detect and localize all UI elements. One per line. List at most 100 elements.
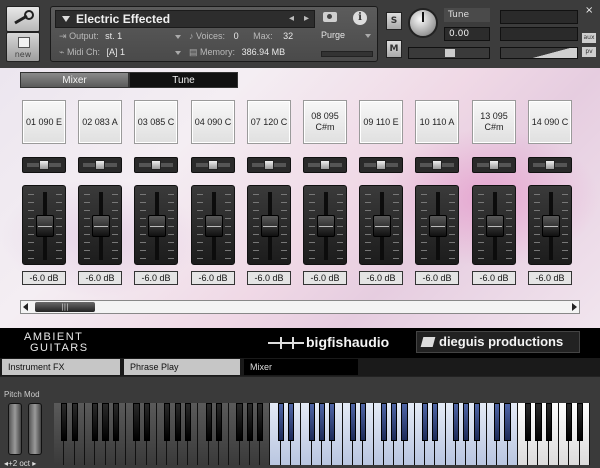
mixer-horizontal-scrollbar[interactable]: ||| bbox=[20, 300, 580, 314]
pan-knob[interactable] bbox=[264, 160, 274, 170]
next-instrument-icon[interactable]: ▸ bbox=[304, 13, 309, 24]
black-key[interactable] bbox=[545, 403, 552, 441]
channel-pan-slider[interactable] bbox=[78, 157, 122, 173]
channel-volume-fader[interactable] bbox=[472, 185, 516, 265]
black-key[interactable] bbox=[246, 403, 253, 441]
purge-button[interactable]: Purge bbox=[321, 30, 373, 44]
black-key[interactable] bbox=[164, 403, 171, 441]
black-key[interactable] bbox=[535, 403, 542, 441]
fader-cap[interactable] bbox=[148, 215, 166, 237]
black-key[interactable] bbox=[236, 403, 243, 441]
black-key[interactable] bbox=[308, 403, 315, 441]
black-key[interactable] bbox=[504, 403, 511, 441]
black-key[interactable] bbox=[421, 403, 429, 441]
channel-volume-fader[interactable] bbox=[528, 185, 572, 265]
black-key[interactable] bbox=[360, 403, 367, 441]
midi-dropdown-icon[interactable] bbox=[175, 51, 181, 55]
channel-pan-slider[interactable] bbox=[528, 157, 572, 173]
channel-pan-slider[interactable] bbox=[134, 157, 178, 173]
scroll-right-icon[interactable] bbox=[572, 303, 577, 311]
black-key[interactable] bbox=[525, 403, 532, 441]
instrument-pan-slider[interactable] bbox=[408, 47, 490, 59]
scroll-left-icon[interactable] bbox=[23, 303, 28, 311]
black-key[interactable] bbox=[380, 403, 387, 441]
prev-instrument-icon[interactable]: ◂ bbox=[289, 13, 294, 24]
fader-cap[interactable] bbox=[373, 215, 391, 237]
black-key[interactable] bbox=[215, 403, 222, 441]
fader-cap[interactable] bbox=[317, 215, 335, 237]
channel-volume-fader[interactable] bbox=[303, 185, 347, 265]
channel-pan-slider[interactable] bbox=[247, 157, 291, 173]
channel-pan-slider[interactable] bbox=[22, 157, 66, 173]
output-row[interactable]: ⇥ Output: st. 1 bbox=[59, 31, 122, 42]
black-key[interactable] bbox=[401, 403, 408, 441]
channel-pan-slider[interactable] bbox=[191, 157, 235, 173]
mod-wheel[interactable] bbox=[28, 403, 42, 455]
black-key[interactable] bbox=[277, 403, 284, 441]
black-key[interactable] bbox=[432, 403, 439, 441]
fader-cap[interactable] bbox=[486, 215, 504, 237]
black-key[interactable] bbox=[452, 403, 460, 441]
black-key[interactable] bbox=[463, 403, 470, 441]
fader-cap[interactable] bbox=[261, 215, 279, 237]
channel-volume-fader[interactable] bbox=[247, 185, 291, 265]
black-key[interactable] bbox=[473, 403, 480, 441]
channel-volume-fader[interactable] bbox=[134, 185, 178, 265]
channel-volume-fader[interactable] bbox=[415, 185, 459, 265]
tune-value[interactable]: 0.00 bbox=[444, 27, 490, 41]
pan-knob[interactable] bbox=[151, 160, 161, 170]
black-key[interactable] bbox=[112, 403, 119, 441]
channel-volume-fader[interactable] bbox=[359, 185, 403, 265]
instrument-title-bar[interactable]: Electric Effected ◂ ▸ bbox=[55, 10, 315, 28]
channel-pan-slider[interactable] bbox=[472, 157, 516, 173]
channel-pan-slider[interactable] bbox=[359, 157, 403, 173]
black-key[interactable] bbox=[133, 403, 140, 441]
pan-knob[interactable] bbox=[39, 160, 49, 170]
close-icon[interactable]: × bbox=[585, 6, 595, 16]
black-key[interactable] bbox=[102, 403, 109, 441]
pv-button[interactable]: pv bbox=[582, 47, 596, 57]
channel-pan-slider[interactable] bbox=[415, 157, 459, 173]
black-key[interactable] bbox=[287, 403, 295, 441]
fader-cap[interactable] bbox=[205, 215, 223, 237]
black-key[interactable] bbox=[391, 403, 398, 441]
aux-button[interactable]: aux bbox=[582, 33, 596, 43]
black-key[interactable] bbox=[329, 403, 336, 441]
octave-shift[interactable]: ◂+2 oct ▸ bbox=[4, 459, 36, 468]
tune-knob[interactable] bbox=[408, 8, 438, 38]
output-dropdown-icon[interactable] bbox=[175, 35, 181, 39]
black-key[interactable] bbox=[184, 403, 192, 441]
tab-instrument-fx[interactable]: Instrument FX bbox=[2, 359, 120, 375]
pitch-wheel[interactable] bbox=[8, 403, 22, 455]
channel-volume-fader[interactable] bbox=[191, 185, 235, 265]
pan-handle[interactable] bbox=[445, 49, 455, 57]
instrument-volume-slider[interactable] bbox=[500, 47, 578, 59]
mute-button[interactable]: M bbox=[386, 40, 402, 58]
info-icon[interactable]: i bbox=[353, 11, 367, 25]
black-key[interactable] bbox=[61, 403, 68, 441]
black-key[interactable] bbox=[349, 403, 356, 441]
pan-knob[interactable] bbox=[376, 160, 386, 170]
pan-knob[interactable] bbox=[545, 160, 555, 170]
black-key[interactable] bbox=[257, 403, 264, 441]
fader-cap[interactable] bbox=[36, 215, 54, 237]
wrench-icon[interactable] bbox=[6, 6, 40, 32]
fader-cap[interactable] bbox=[542, 215, 560, 237]
midi-row[interactable]: ⌁ Midi Ch: [A] 1 bbox=[59, 47, 125, 58]
pan-knob[interactable] bbox=[432, 160, 442, 170]
camera-icon[interactable] bbox=[323, 12, 337, 22]
black-key[interactable] bbox=[71, 403, 78, 441]
black-key[interactable] bbox=[494, 403, 501, 441]
channel-volume-fader[interactable] bbox=[78, 185, 122, 265]
new-instrument-button[interactable]: new bbox=[6, 32, 40, 62]
pan-knob[interactable] bbox=[95, 160, 105, 170]
tab-page-mixer[interactable]: Mixer bbox=[244, 359, 358, 375]
tab-phrase-play[interactable]: Phrase Play bbox=[124, 359, 240, 375]
fader-cap[interactable] bbox=[92, 215, 110, 237]
pan-knob[interactable] bbox=[320, 160, 330, 170]
black-key[interactable] bbox=[576, 403, 583, 441]
piano-keyboard[interactable] bbox=[54, 403, 590, 465]
solo-button[interactable]: S bbox=[386, 12, 402, 30]
black-key[interactable] bbox=[174, 403, 181, 441]
fader-cap[interactable] bbox=[429, 215, 447, 237]
